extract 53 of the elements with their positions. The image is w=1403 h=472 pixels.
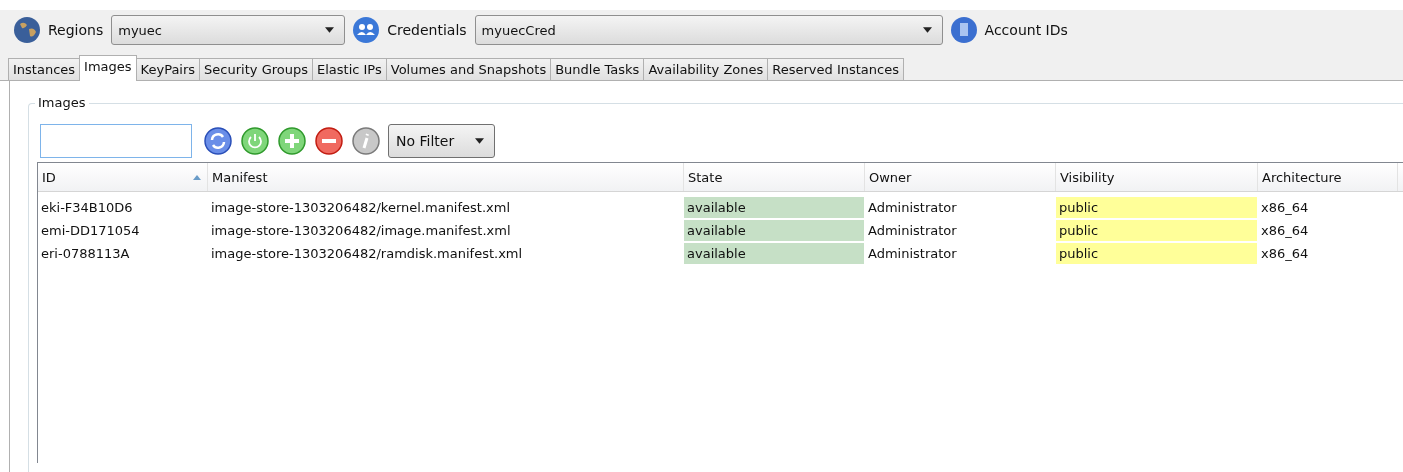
tab[interactable]: Reserved Instances <box>767 58 904 80</box>
document-icon <box>948 15 979 45</box>
search-field[interactable] <box>40 124 192 158</box>
tab[interactable]: KeyPairs <box>135 58 201 80</box>
table-cell-text: eki-F34B10D6 <box>40 199 134 217</box>
caret-icon <box>475 138 484 144</box>
remove-icon[interactable] <box>314 126 344 156</box>
globe-icon <box>12 15 42 45</box>
tab[interactable]: Images <box>79 55 137 81</box>
table-cell-text: x86_64 <box>1260 199 1310 217</box>
group-title: Images <box>35 95 89 110</box>
add-icon[interactable] <box>277 126 307 156</box>
table-cell: available <box>684 197 864 218</box>
refresh-icon[interactable] <box>203 126 233 156</box>
table-cell: available <box>684 220 864 241</box>
sort-arrow-icon <box>193 174 201 180</box>
caret-icon <box>325 27 335 33</box>
column-header[interactable]: Manifest <box>208 163 684 191</box>
table-cell-text: Administrator <box>867 199 958 217</box>
table-cell-text: Administrator <box>867 245 958 263</box>
credentials-label: Credentials <box>387 22 467 38</box>
table-cell-text: x86_64 <box>1260 222 1310 240</box>
table-cell: public <box>1056 243 1257 264</box>
table-cell-text: Administrator <box>867 222 958 240</box>
column-header[interactable]: State <box>684 163 865 191</box>
credentials-dropdown[interactable]: myuecCred <box>474 15 943 45</box>
table-cell: available <box>684 243 864 264</box>
column-header[interactable]: Owner <box>865 163 1056 191</box>
tab[interactable]: Security Groups <box>199 58 313 80</box>
column-header[interactable]: Visibility <box>1056 163 1258 191</box>
table-cell-text: emi-DD171054 <box>40 222 141 240</box>
tab[interactable]: Bundle Tasks <box>550 58 645 80</box>
regions-label: Regions <box>48 22 104 38</box>
table-cell-text: image-store-1303206482/ramdisk.manifest.xml <box>210 245 524 263</box>
info-icon[interactable] <box>351 126 381 156</box>
people-icon <box>351 15 382 45</box>
caret-icon <box>922 27 932 33</box>
power-icon[interactable] <box>240 126 270 156</box>
tab[interactable]: Instances <box>8 58 81 80</box>
tab[interactable]: Availability Zones <box>643 58 769 80</box>
tab[interactable]: Elastic IPs <box>312 58 387 80</box>
table-cell-text: image-store-1303206482/image.manifest.xml <box>210 222 512 240</box>
column-header[interactable]: ID <box>38 163 208 191</box>
account-ids-button[interactable]: Account IDs <box>984 22 1068 38</box>
tab[interactable]: Volumes and Snapshots <box>385 58 552 80</box>
regions-dropdown[interactable]: myuec <box>111 15 346 45</box>
table-cell-text: eri-0788113A <box>40 245 131 263</box>
column-header[interactable]: Architecture <box>1258 163 1398 191</box>
filter-dropdown[interactable]: No Filter <box>388 124 495 158</box>
table-cell-text: x86_64 <box>1260 245 1310 263</box>
table-cell: public <box>1056 220 1257 241</box>
table-cell: public <box>1056 197 1257 218</box>
table-cell-text: image-store-1303206482/kernel.manifest.xml <box>210 199 512 217</box>
